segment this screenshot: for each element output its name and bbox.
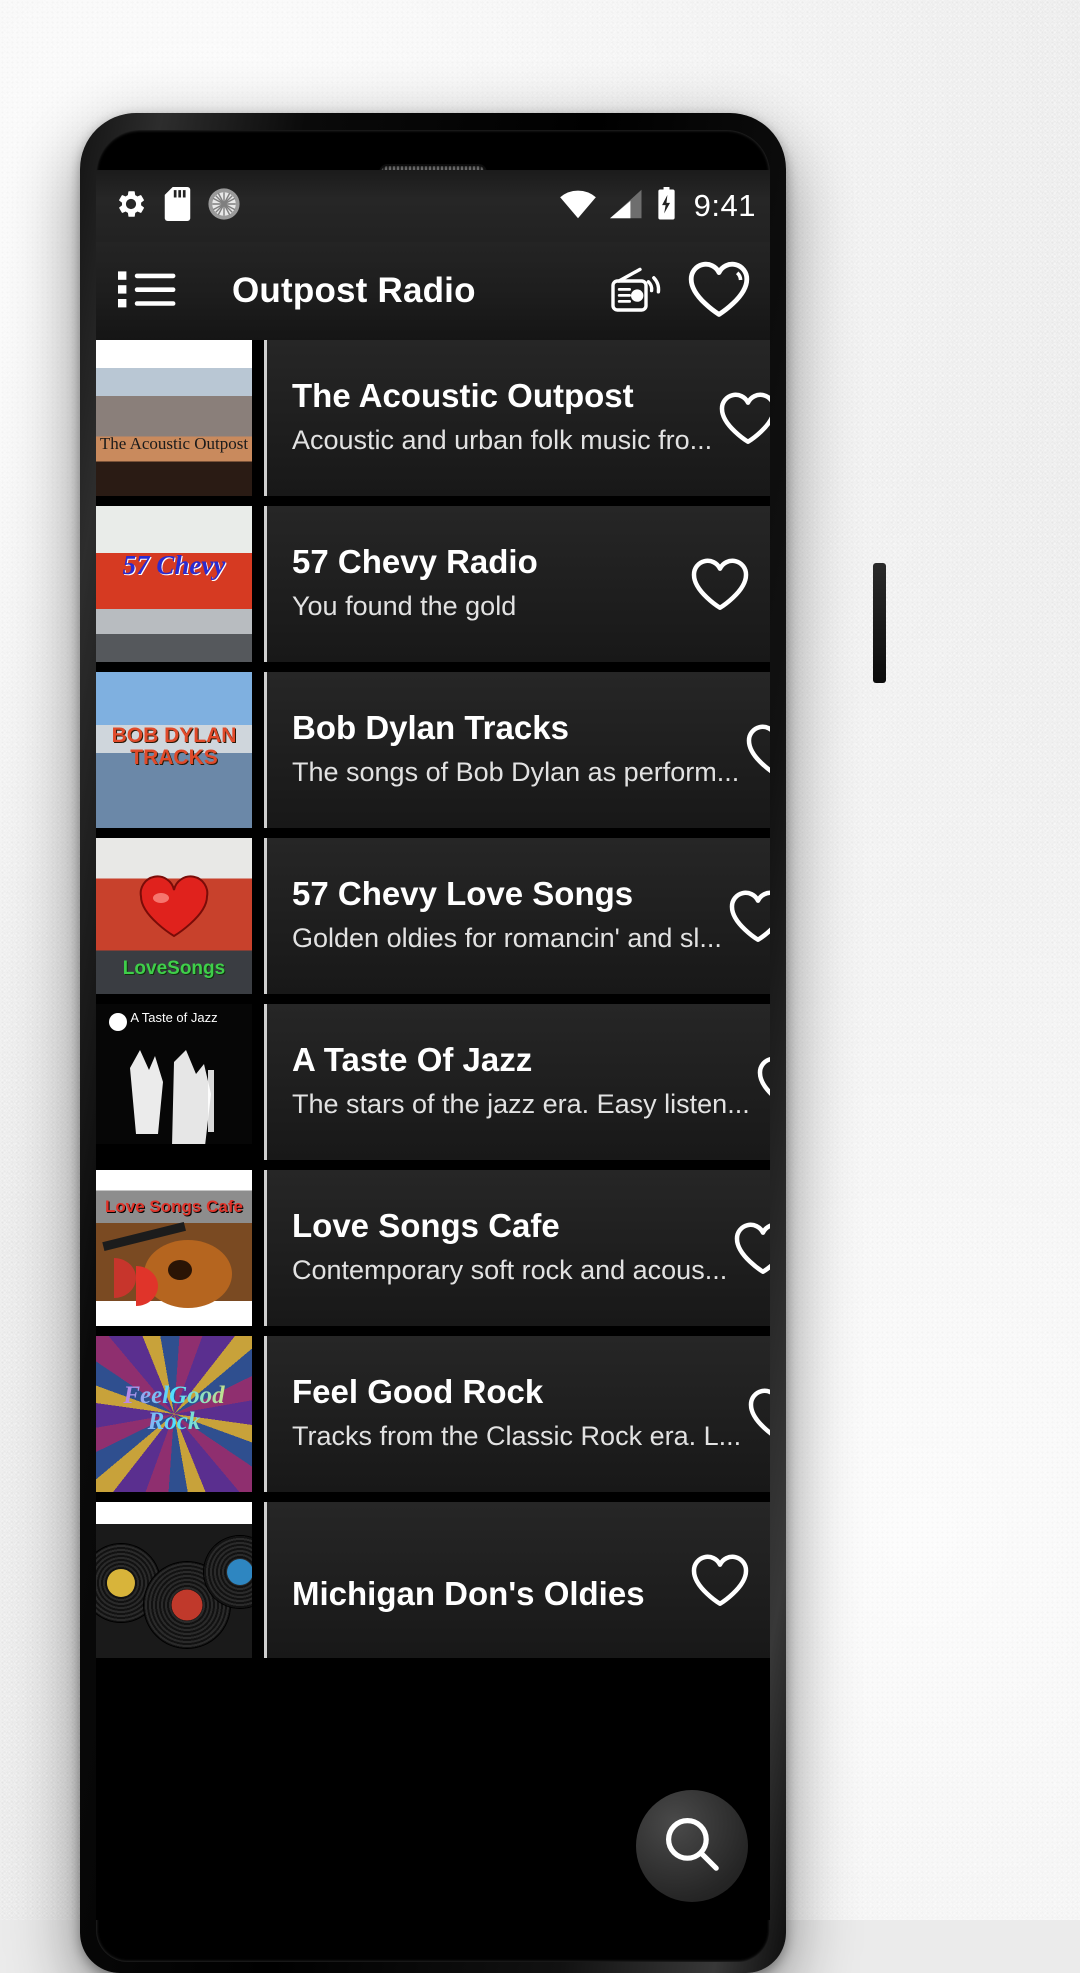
artwork-caption: FeelGood Rock [96,1383,252,1436]
station-description: The songs of Bob Dylan as perform... [292,756,740,787]
station-artwork: The Acoustic Outpost [96,340,252,496]
station-name: 57 Chevy Radio [292,544,538,581]
list-item[interactable]: Love Songs Cafe Love Songs Cafe Contempo… [96,1170,770,1326]
app-toolbar: Outpost Radio [96,242,770,340]
artwork-caption: LoveSongs [122,958,226,979]
list-item[interactable]: BOB DYLAN TRACKS Bob Dylan Tracks The so… [96,672,770,828]
station-list[interactable]: The Acoustic Outpost The Acoustic Outpos… [96,340,770,1920]
station-description: Golden oldies for romancin' and sl... [292,922,722,953]
station-description: Acoustic and urban folk music fro... [292,424,713,455]
settings-gear-icon [114,187,148,226]
station-texts: 57 Chevy Love Songs Golden oldies for ro… [292,876,722,955]
station-description: You found the gold [292,590,517,621]
artwork-jazz-figures [96,1013,252,1160]
favorite-heart-icon[interactable] [727,1219,770,1277]
favorite-heart-icon[interactable] [684,555,756,613]
station-texts: Michigan Don's Oldies [292,1538,684,1621]
station-artwork: A Taste of Jazz [96,1004,252,1160]
toolbar-actions [608,258,752,325]
list-item[interactable]: The Acoustic Outpost The Acoustic Outpos… [96,340,770,496]
station-artwork [96,1502,252,1658]
station-artwork: LoveSongs [96,838,252,994]
favorite-heart-icon[interactable] [712,389,770,447]
list-item[interactable]: FeelGood Rock Feel Good Rock Tracks from… [96,1336,770,1492]
station-card[interactable]: Bob Dylan Tracks The songs of Bob Dylan … [264,672,770,828]
station-artwork: 57 Chevy [96,506,252,662]
search-icon [661,1813,723,1880]
artwork-caption: The Acoustic Outpost [99,433,249,453]
list-item[interactable]: 57 Chevy 57 Chevy Radio You found the go… [96,506,770,662]
station-description: Contemporary soft rock and acous... [292,1254,728,1285]
list-item[interactable]: LoveSongs 57 Chevy Love Songs Golden old… [96,838,770,994]
sd-card-icon [164,186,191,226]
search-fab-button[interactable] [636,1790,748,1902]
artwork-caption: 57 Chevy [122,549,226,580]
station-description: Tracks from the Classic Rock era. L... [292,1420,742,1451]
list-item[interactable]: Michigan Don's Oldies [96,1502,770,1658]
artwork-caption: BOB DYLAN TRACKS [111,725,237,770]
favorite-heart-icon[interactable] [739,721,770,779]
status-bar-right-icons: 9:41 [559,186,756,226]
status-bar-clock: 9:41 [693,188,756,223]
station-card[interactable]: The Acoustic Outpost Acoustic and urban … [264,340,770,496]
wifi-icon [559,189,597,224]
station-texts: Love Songs Cafe Contemporary soft rock a… [292,1208,727,1287]
station-description: The stars of the jazz era. Easy listen..… [292,1088,750,1119]
list-item[interactable]: A Taste of Jazz A Taste Of Jazz The star… [96,1004,770,1160]
station-card[interactable]: Michigan Don's Oldies [264,1502,770,1658]
artwork-cafe-guitar [102,1221,232,1308]
status-bar: 9:41 [96,170,770,242]
station-artwork: Love Songs Cafe [96,1170,252,1326]
station-card[interactable]: 57 Chevy Love Songs Golden oldies for ro… [264,838,770,994]
station-name: A Taste Of Jazz [292,1042,533,1079]
page-title: Outpost Radio [232,271,476,310]
status-bar-left-icons [114,186,241,226]
station-texts: Feel Good Rock Tracks from the Classic R… [292,1374,741,1453]
battery-charging-icon [656,186,677,226]
station-card[interactable]: 57 Chevy Radio You found the gold [264,506,770,662]
favorite-heart-icon[interactable] [684,1551,756,1609]
list-menu-icon[interactable] [118,265,176,318]
station-name: Feel Good Rock [292,1374,544,1411]
phone-screen: 9:41 Outpost Radio The Acoustic Outpost … [96,170,770,1920]
artwork-caption: A Taste of Jazz [130,1010,218,1025]
artwork-heart-icon [139,875,209,937]
station-name: Love Songs Cafe [292,1208,560,1245]
artwork-caption: Love Songs Cafe [105,1196,243,1216]
station-name: Michigan Don's Oldies [292,1576,645,1613]
station-texts: 57 Chevy Radio You found the gold [292,544,684,623]
power-button[interactable] [873,563,886,683]
favorite-heart-icon[interactable] [722,887,770,945]
favorite-heart-icon[interactable] [741,1385,770,1443]
station-texts: The Acoustic Outpost Acoustic and urban … [292,378,712,457]
station-name: 57 Chevy Love Songs [292,876,634,913]
heart-outline-icon[interactable] [686,258,752,325]
station-artwork: BOB DYLAN TRACKS [96,672,252,828]
station-texts: Bob Dylan Tracks The songs of Bob Dylan … [292,710,739,789]
station-card[interactable]: Feel Good Rock Tracks from the Classic R… [264,1336,770,1492]
radio-icon[interactable] [608,263,664,320]
station-artwork: FeelGood Rock [96,1336,252,1492]
favorite-heart-icon[interactable] [750,1053,770,1111]
station-texts: A Taste Of Jazz The stars of the jazz er… [292,1042,750,1121]
station-card[interactable]: Love Songs Cafe Contemporary soft rock a… [264,1170,770,1326]
cellular-signal-icon [609,189,643,224]
station-name: Bob Dylan Tracks [292,710,569,747]
brightness-icon [207,187,241,226]
station-card[interactable]: A Taste Of Jazz The stars of the jazz er… [264,1004,770,1160]
station-name: The Acoustic Outpost [292,378,634,415]
